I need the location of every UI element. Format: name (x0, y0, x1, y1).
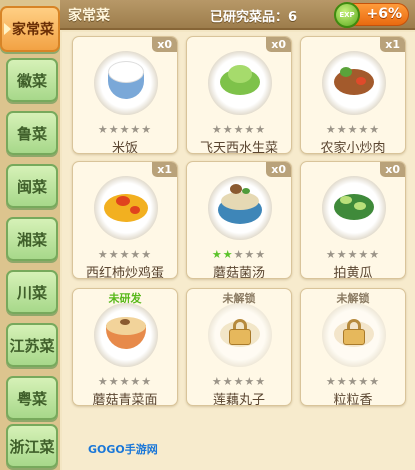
tab-zhejiang[interactable]: 浙江菜 (6, 424, 58, 468)
tab-label: 鲁菜 (16, 124, 47, 143)
dish-name: 飞天西水生菜 (199, 141, 278, 154)
dish-card[interactable]: x0 ★★★★★ 蘑菇菌汤 (186, 161, 292, 279)
dish-card[interactable]: 未解锁 ★★★★★ 莲藕丸子 (186, 288, 292, 406)
dish-count: x1 (380, 37, 405, 52)
dish-card[interactable]: x1 ★★★★★ 农家小炒肉 (300, 36, 406, 154)
dish-name: 莲藕丸子 (212, 393, 265, 406)
dish-name: 拍黄瓜 (333, 266, 373, 279)
lock-icon (229, 319, 251, 345)
tab-label: 川菜 (16, 283, 47, 302)
exp-icon: EXP (334, 2, 360, 28)
dish-card[interactable]: x0 ★★★★★ 拍黄瓜 (300, 161, 406, 279)
tab-label: 浙江菜 (9, 437, 55, 456)
dish-count: x0 (266, 162, 291, 177)
cucumber-salad-icon (322, 176, 386, 240)
active-arrow-icon (4, 23, 11, 35)
tab-lu[interactable]: 鲁菜 (6, 111, 58, 155)
tab-xiang[interactable]: 湘菜 (6, 217, 58, 261)
tab-yue[interactable]: 粤菜 (6, 376, 58, 420)
star-rating: ★★★★★ (97, 375, 153, 388)
tab-label: 闽菜 (16, 177, 47, 196)
dish-grid: x0 ★★★★★ 米饭 x0 ★★★★★ 飞天西水生菜 x1 ★★★★★ 农家小… (62, 32, 415, 470)
lock-icon (343, 319, 365, 345)
header-bar: 家常菜 已研究菜品：6 EXP +6% (60, 0, 415, 30)
lettuce-plate-icon (208, 51, 272, 115)
watermark-logo: GOGO手游网 (88, 443, 158, 456)
tab-home-style[interactable]: 家常菜 (0, 6, 60, 52)
dish-name: 蘑菇青菜面 (92, 393, 158, 406)
rice-bowl-icon (94, 51, 158, 115)
dish-count: x0 (380, 162, 405, 177)
researched-count: 已研究菜品：6 (210, 10, 298, 25)
tab-label: 家常菜 (12, 22, 54, 38)
tab-chuan[interactable]: 川菜 (6, 270, 58, 314)
star-rating: ★★★★★ (325, 248, 381, 261)
exp-bonus-value: +6% (366, 6, 403, 22)
star-rating: ★★★★★ (325, 375, 381, 388)
noodle-bowl-icon (94, 303, 158, 367)
tab-label: 粤菜 (16, 389, 47, 408)
tomato-egg-icon (94, 176, 158, 240)
dish-name: 西红柿炒鸡蛋 (85, 266, 164, 279)
dish-card[interactable]: 未解锁 ★★★★★ 粒粒香 (300, 288, 406, 406)
tab-hui[interactable]: 徽菜 (6, 58, 58, 102)
stir-fry-pork-icon (322, 51, 386, 115)
cuisine-sidebar: 家常菜 徽菜 鲁菜 闽菜 湘菜 川菜 江苏菜 粤菜 浙江菜 (0, 0, 60, 470)
tab-jiangsu[interactable]: 江苏菜 (6, 323, 58, 367)
tab-min[interactable]: 闽菜 (6, 164, 58, 208)
star-rating: ★★★★★ (211, 375, 267, 388)
dish-card[interactable]: 未研发 ★★★★★ 蘑菇青菜面 (72, 288, 178, 406)
star-rating: ★★★★★ (211, 123, 267, 136)
star-rating: ★★★★★ (211, 248, 267, 261)
dish-count: x1 (152, 162, 177, 177)
dish-count: x0 (266, 37, 291, 52)
star-rating: ★★★★★ (325, 123, 381, 136)
dish-card[interactable]: x0 ★★★★★ 飞天西水生菜 (186, 36, 292, 154)
dish-name: 蘑菇菌汤 (212, 266, 265, 279)
dish-name: 农家小炒肉 (320, 141, 386, 154)
dish-card[interactable]: x0 ★★★★★ 米饭 (72, 36, 178, 154)
star-rating: ★★★★★ (97, 123, 153, 136)
dish-name: 米饭 (111, 141, 138, 154)
dish-name: 粒粒香 (333, 393, 373, 406)
dish-count: x0 (152, 37, 177, 52)
mushroom-soup-icon (208, 176, 272, 240)
tab-label: 江苏菜 (9, 336, 55, 355)
exp-bonus-pill: EXP +6% (334, 2, 409, 28)
tab-label: 湘菜 (16, 230, 47, 249)
star-rating: ★★★★★ (97, 248, 153, 261)
page-title: 家常菜 (68, 8, 110, 24)
tab-label: 徽菜 (16, 71, 47, 90)
dish-card[interactable]: x1 ★★★★★ 西红柿炒鸡蛋 (72, 161, 178, 279)
